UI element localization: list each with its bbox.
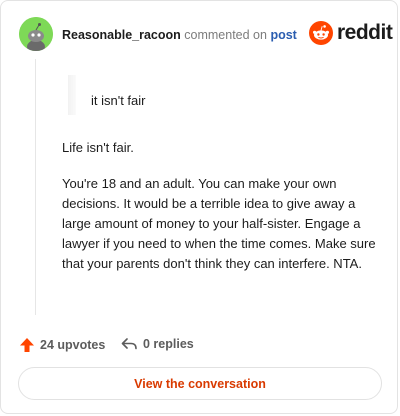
comment-paragraph-2: You're 18 and an adult. You can make you…	[62, 176, 376, 271]
reply-arrow-icon	[121, 338, 137, 350]
upvote-button[interactable]: 24 upvotes	[19, 337, 105, 353]
reply-count: 0 replies	[143, 337, 194, 351]
thread-line	[35, 59, 36, 315]
reply-button[interactable]: 0 replies	[121, 337, 194, 351]
user-avatar[interactable]	[19, 17, 53, 51]
post-link[interactable]: post	[270, 28, 296, 42]
quote-bar	[68, 75, 76, 115]
comment-paragraph-1: Life isn't fair.	[62, 140, 134, 155]
reddit-logo[interactable]: reddit	[309, 21, 393, 45]
upvote-count: 24 upvotes	[40, 338, 106, 352]
reddit-wordmark: reddit	[337, 21, 393, 44]
view-conversation-button[interactable]: View the conversation	[18, 367, 382, 400]
arrow-up-icon	[20, 338, 34, 352]
reddit-icon	[309, 21, 333, 45]
commented-on-text: commented on	[184, 28, 267, 42]
snoo-avatar-icon	[19, 17, 53, 51]
quoted-text: it isn't fair	[91, 93, 146, 108]
comment-card: Reasonable_racoon commented on post redd…	[0, 0, 398, 414]
comment-header: Reasonable_racoon commented on post	[62, 28, 297, 42]
username-link[interactable]: Reasonable_racoon	[62, 28, 181, 42]
